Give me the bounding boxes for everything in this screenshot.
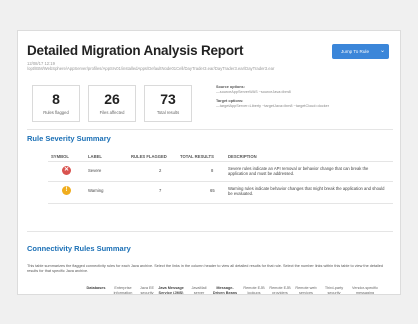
- severity-header-symbol: SYMBOL: [51, 154, 69, 159]
- severity-header-label: LABEL: [88, 154, 102, 159]
- report-path: /opt/IBM/WebSphere/AppServer/profiles/Ap…: [27, 66, 275, 72]
- severity-label[interactable]: Severe: [88, 168, 101, 173]
- stat-value: 8: [52, 91, 60, 107]
- jump-to-rule-button[interactable]: Jump To Rule ⌄: [332, 44, 389, 59]
- section-divider: [27, 231, 393, 232]
- connectivity-header[interactable]: Remote web services: [294, 286, 318, 294]
- page-title: Detailed Migration Analysis Report: [27, 43, 244, 58]
- severity-header-rules-flagged: RULES FLAGGED: [131, 154, 167, 159]
- severity-description: Severe rules indicate an API removal or …: [228, 166, 369, 177]
- severity-header-total-results: TOTAL RESULTS: [180, 154, 214, 159]
- connectivity-description: This table summarizes the flagged connec…: [27, 264, 384, 273]
- severity-flagged: 7: [159, 188, 162, 193]
- connectivity-header[interactable]: Java Message Service (JMS): [158, 286, 184, 294]
- report-frame: Detailed Migration Analysis Report 12/08…: [17, 30, 401, 295]
- connectivity-header[interactable]: Enterprise information systems (EIS): [110, 286, 136, 294]
- table-divider: [48, 181, 393, 182]
- connectivity-header[interactable]: Remote EJB providers: [268, 286, 292, 294]
- section-divider: [27, 129, 393, 130]
- stat-value: 73: [160, 91, 176, 107]
- connectivity-header[interactable]: JavaMail server: [186, 286, 212, 294]
- connectivity-header[interactable]: Third-party security: [320, 286, 348, 294]
- stat-total-results: 73 Total results: [144, 85, 192, 122]
- connectivity-header[interactable]: Databases: [83, 286, 109, 291]
- table-divider: [48, 161, 393, 162]
- stat-label: Rules flagged: [43, 110, 69, 115]
- jump-to-rule-label: Jump To Rule: [341, 49, 370, 54]
- chevron-down-icon: ⌄: [379, 48, 385, 54]
- target-options-value: —targetAppServer=Liberty ~targetJava=ibm…: [216, 103, 330, 108]
- stat-files-affected: 26 Files affected: [88, 85, 136, 122]
- severity-section-title: Rule Severity Summary: [27, 134, 111, 143]
- connectivity-header[interactable]: Vendor-specific messaging: [350, 286, 380, 294]
- warning-icon: !: [62, 186, 71, 195]
- connectivity-header[interactable]: Java EE security: [136, 286, 158, 294]
- report-meta: 12/08/17 12:19 /opt/IBM/WebSphere/AppSer…: [27, 61, 357, 71]
- stat-label: Files affected: [99, 110, 125, 115]
- severity-flagged: 2: [159, 168, 162, 173]
- severity-label[interactable]: Warning: [88, 188, 103, 193]
- source-options: Source options: —sourceAppServerWAS ~sou…: [216, 85, 386, 94]
- connectivity-header[interactable]: Remote EJB lookups: [242, 286, 266, 294]
- stat-value: 26: [104, 91, 120, 107]
- severe-icon: ✕: [62, 166, 71, 175]
- stat-label: Total results: [156, 110, 180, 115]
- severity-header-description: DESCRIPTION: [228, 154, 257, 159]
- table-divider: [48, 203, 393, 204]
- severity-results: 65: [210, 188, 215, 193]
- stat-rules-flagged: 8 Rules flagged: [32, 85, 80, 122]
- severity-description: Warning rules indicate behavior changes …: [228, 186, 385, 197]
- target-options: Target options: —targetAppServer=Liberty…: [216, 99, 386, 108]
- connectivity-header[interactable]: Message-Driven Beans (MDB): [211, 286, 239, 294]
- source-options-value: —sourceAppServerWAS ~sourceJava=ibm8: [216, 89, 291, 94]
- connectivity-section-title: Connectivity Rules Summary: [27, 244, 131, 253]
- severity-results: 8: [211, 168, 214, 173]
